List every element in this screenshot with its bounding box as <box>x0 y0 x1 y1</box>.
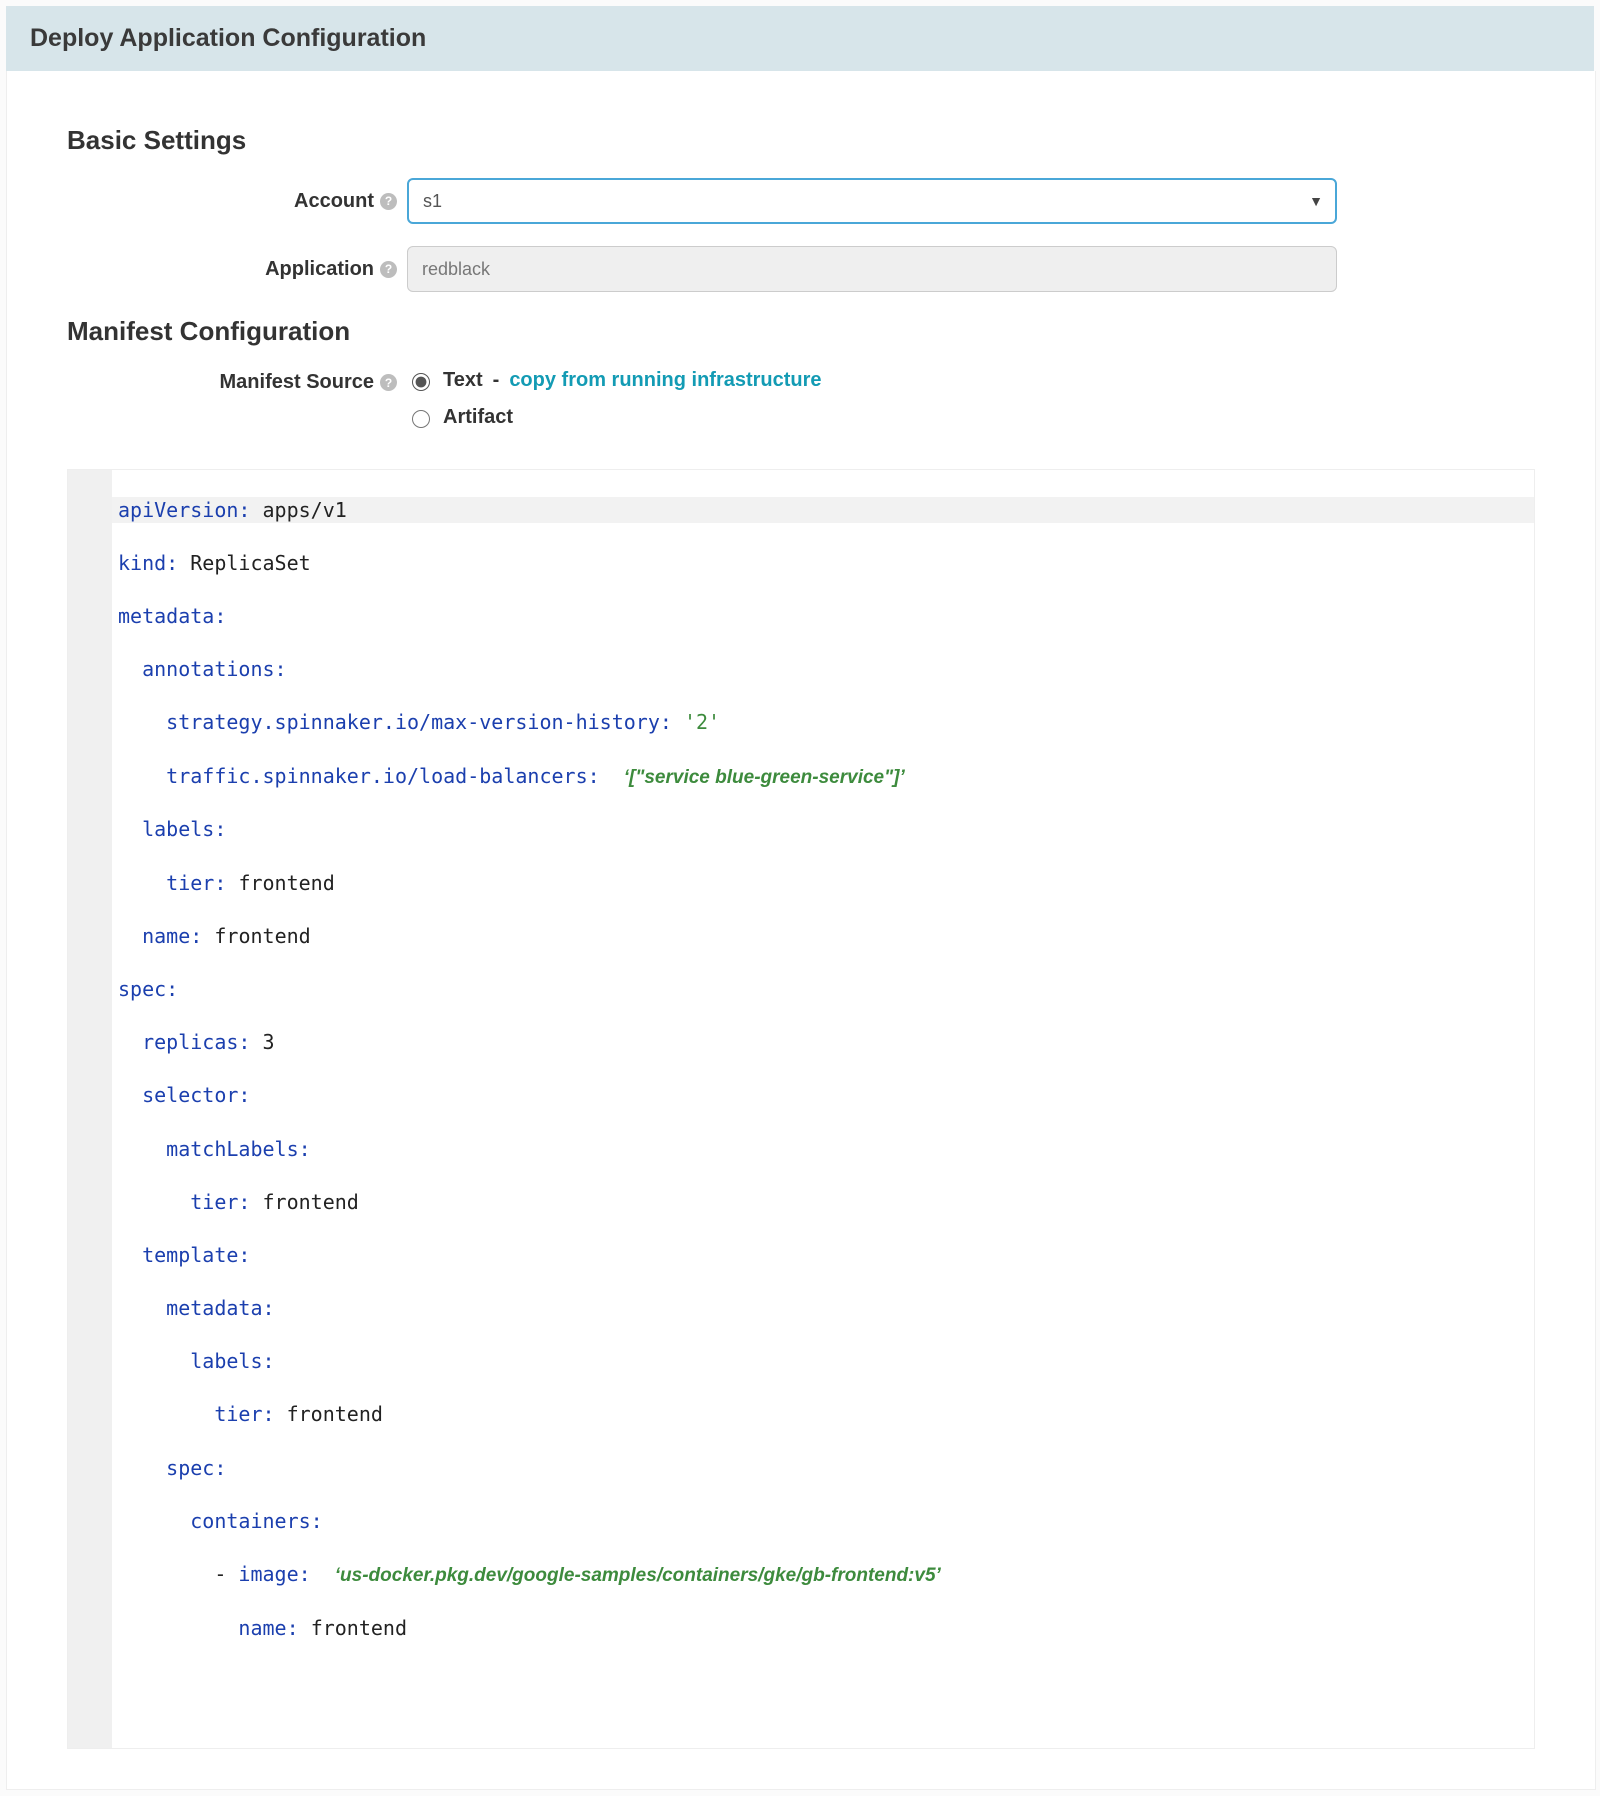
copy-from-infra-link[interactable]: copy from running infrastructure <box>509 369 821 392</box>
help-icon[interactable]: ? <box>380 193 397 210</box>
application-input-wrap <box>407 246 1337 292</box>
manifest-source-label-wrap: Manifest Source ? <box>67 369 407 394</box>
application-label: Application <box>265 258 374 281</box>
account-row: Account ? s1 ▼ <box>67 178 1535 224</box>
manifest-yaml-editor[interactable]: apiVersion: apps/v1 kind: ReplicaSet met… <box>67 469 1535 1749</box>
manifest-source-separator: - <box>493 369 500 392</box>
application-input <box>407 246 1337 292</box>
panel-body: Basic Settings Account ? s1 ▼ Applicatio… <box>6 71 1596 1790</box>
application-row: Application ? <box>67 246 1535 292</box>
application-label-wrap: Application ? <box>67 258 407 281</box>
basic-settings-title: Basic Settings <box>67 125 1535 156</box>
manifest-source-artifact-row: Artifact <box>407 406 1337 429</box>
account-label: Account <box>294 190 374 213</box>
account-label-wrap: Account ? <box>67 190 407 213</box>
manifest-source-text-row: Text - copy from running infrastructure <box>407 369 1337 392</box>
account-select[interactable]: s1 <box>407 178 1337 224</box>
manifest-source-artifact-label: Artifact <box>443 406 513 429</box>
editor-gutter <box>68 470 112 1748</box>
manifest-source-artifact-radio[interactable] <box>412 410 430 428</box>
manifest-source-label: Manifest Source <box>220 371 374 394</box>
help-icon[interactable]: ? <box>380 374 397 391</box>
panel-header: Deploy Application Configuration <box>6 6 1594 71</box>
manifest-source-text-label: Text <box>443 369 483 392</box>
manifest-source-text-radio[interactable] <box>412 373 430 391</box>
panel-title: Deploy Application Configuration <box>30 24 426 52</box>
manifest-source-options: Text - copy from running infrastructure … <box>407 369 1337 443</box>
manifest-source-row: Manifest Source ? Text - copy from runni… <box>67 369 1535 443</box>
help-icon[interactable]: ? <box>380 261 397 278</box>
manifest-config-title: Manifest Configuration <box>67 316 1535 347</box>
editor-code[interactable]: apiVersion: apps/v1 kind: ReplicaSet met… <box>112 470 1534 1748</box>
account-select-wrap: s1 ▼ <box>407 178 1337 224</box>
